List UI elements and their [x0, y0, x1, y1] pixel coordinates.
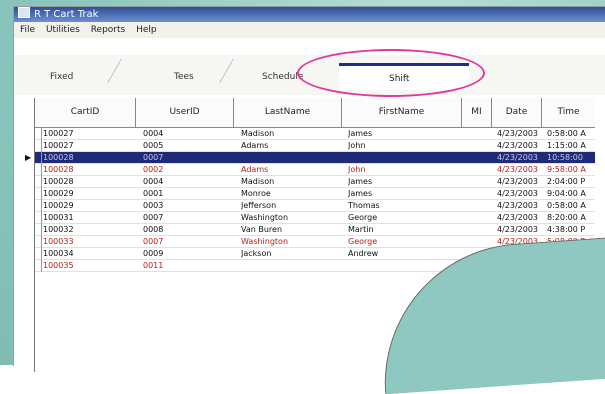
- cell-last[interactable]: Adams: [241, 140, 339, 151]
- col-header-cartid[interactable]: CartID: [35, 98, 136, 127]
- cell-last[interactable]: Jackson: [241, 248, 339, 259]
- cell-date[interactable]: 4/23/2003: [497, 224, 543, 235]
- cell-first[interactable]: James: [348, 188, 458, 199]
- cell-first[interactable]: Andrew: [348, 248, 458, 259]
- cell-user[interactable]: 0005: [143, 140, 231, 151]
- cell-first[interactable]: John: [348, 140, 458, 151]
- cell-time[interactable]: 8:20:00 A: [547, 212, 595, 223]
- col-header-userid[interactable]: UserID: [136, 98, 234, 127]
- cell-cart[interactable]: 100028: [43, 152, 133, 163]
- cell-first[interactable]: James: [348, 176, 458, 187]
- col-header-firstname[interactable]: FirstName: [342, 98, 462, 127]
- tab-separator: [107, 59, 122, 83]
- cell-first[interactable]: George: [348, 236, 458, 247]
- cell-cart[interactable]: 100029: [43, 188, 133, 199]
- table-row[interactable]: 100029 0003 Jefferson Thomas 4/23/2003 0:58:0…: [35, 200, 595, 212]
- cell-time[interactable]: 9:04:00 A: [547, 188, 595, 199]
- table-row[interactable]: 100027 0004 Madison James 4/23/2003 0:58:00 A: [35, 128, 595, 140]
- cell-user[interactable]: 0008: [143, 224, 231, 235]
- cell-user[interactable]: 0011: [143, 260, 231, 271]
- col-header-time[interactable]: Time: [542, 98, 595, 127]
- col-header-lastname[interactable]: LastName: [234, 98, 342, 127]
- cell-cart[interactable]: 100027: [43, 128, 133, 139]
- table-row[interactable]: 100031 0007 Washington George 4/23/2003 8:20:…: [35, 212, 595, 224]
- cell-date[interactable]: 4/23/2003: [497, 164, 543, 175]
- menu-reports[interactable]: Reports: [91, 25, 126, 35]
- cell-user[interactable]: 0003: [143, 200, 231, 211]
- cell-date[interactable]: 4/23/2003: [497, 200, 543, 211]
- tab-fixed[interactable]: Fixed: [50, 72, 73, 82]
- menu-help[interactable]: Help: [136, 25, 157, 35]
- cell-first[interactable]: Martin: [348, 224, 458, 235]
- cell-first[interactable]: James: [348, 128, 458, 139]
- table-row[interactable]: 100032 0008 Van Buren Martin 4/23/2003 4:38:0…: [35, 224, 595, 236]
- cell-time[interactable]: 10:58:00: [547, 152, 595, 163]
- table-row[interactable]: 100028 0004 Madison James 4/23/2003 2:04:00 P: [35, 176, 595, 188]
- cell-cart[interactable]: 100034: [43, 248, 133, 259]
- cell-date[interactable]: 4/23/2003: [497, 128, 543, 139]
- cell-first[interactable]: George: [348, 212, 458, 223]
- table-row[interactable]: 100027 0005 Adams John 4/23/2003 1:15:00 A: [35, 140, 595, 152]
- col-header-mi[interactable]: MI: [462, 98, 492, 127]
- cell-user[interactable]: 0007: [143, 236, 231, 247]
- app-icon: [18, 7, 30, 18]
- menu-bar: File Utilities Reports Help: [14, 22, 605, 38]
- cell-cart[interactable]: 100031: [43, 212, 133, 223]
- cell-cart[interactable]: 100033: [43, 236, 133, 247]
- cell-time[interactable]: 0:58:00 A: [547, 128, 595, 139]
- table-row[interactable]: 100028 0002 Adams John 4/23/2003 9:58:00 A: [35, 164, 595, 176]
- grid-header: CartID UserID LastName FirstName MI Date…: [35, 98, 595, 128]
- cell-first[interactable]: John: [348, 164, 458, 175]
- cell-last[interactable]: Madison: [241, 128, 339, 139]
- cell-cart[interactable]: 100032: [43, 224, 133, 235]
- cell-date[interactable]: 4/23/2003: [497, 140, 543, 151]
- cell-last[interactable]: Van Buren: [241, 224, 339, 235]
- table-row[interactable]: ▶ 100028 0007 4/23/2003 10:58:00: [25, 152, 595, 164]
- cell-user[interactable]: 0009: [143, 248, 231, 259]
- cell-user[interactable]: 0001: [143, 188, 231, 199]
- cell-date[interactable]: 4/23/2003: [497, 176, 543, 187]
- cell-cart[interactable]: 100027: [43, 140, 133, 151]
- table-row[interactable]: 100029 0001 Monroe James 4/23/2003 9:04:00 A: [35, 188, 595, 200]
- cell-first[interactable]: Thomas: [348, 200, 458, 211]
- cell-last[interactable]: Washington: [241, 212, 339, 223]
- cell-cart[interactable]: 100028: [43, 176, 133, 187]
- cell-time[interactable]: 0:58:00 A: [547, 200, 595, 211]
- col-header-date[interactable]: Date: [492, 98, 542, 127]
- cell-last[interactable]: Adams: [241, 164, 339, 175]
- cell-time[interactable]: 9:58:00 A: [547, 164, 595, 175]
- cell-last[interactable]: Jefferson: [241, 200, 339, 211]
- cell-cart[interactable]: 100035: [43, 260, 133, 271]
- cell-date[interactable]: 4/23/2003: [497, 188, 543, 199]
- cell-date[interactable]: 4/23/2003: [497, 212, 543, 223]
- cell-user[interactable]: 0004: [143, 176, 231, 187]
- cell-time[interactable]: 1:15:00 A: [547, 140, 595, 151]
- menu-file[interactable]: File: [20, 25, 35, 35]
- menu-utilities[interactable]: Utilities: [46, 25, 80, 35]
- cell-cart[interactable]: 100028: [43, 164, 133, 175]
- cell-cart[interactable]: 100029: [43, 200, 133, 211]
- cell-user[interactable]: 0002: [143, 164, 231, 175]
- highlight-annotation: [297, 49, 485, 97]
- cell-user[interactable]: 0004: [143, 128, 231, 139]
- cell-time[interactable]: 4:38:00 P: [547, 224, 595, 235]
- title-bar: R T Cart Trak: [14, 7, 605, 22]
- cell-last[interactable]: Madison: [241, 176, 339, 187]
- tab-separator: [219, 59, 234, 83]
- cell-last[interactable]: Washington: [241, 236, 339, 247]
- window-title: R T Cart Trak: [34, 9, 99, 20]
- current-record-indicator: ▶: [25, 153, 32, 162]
- tab-tees[interactable]: Tees: [174, 72, 194, 82]
- record-selector-column: [35, 127, 42, 272]
- cell-user[interactable]: 0007: [143, 212, 231, 223]
- cell-date[interactable]: 4/23/2003: [497, 152, 543, 163]
- cell-user[interactable]: 0007: [143, 152, 231, 163]
- cell-last[interactable]: Monroe: [241, 188, 339, 199]
- cell-time[interactable]: 2:04:00 P: [547, 176, 595, 187]
